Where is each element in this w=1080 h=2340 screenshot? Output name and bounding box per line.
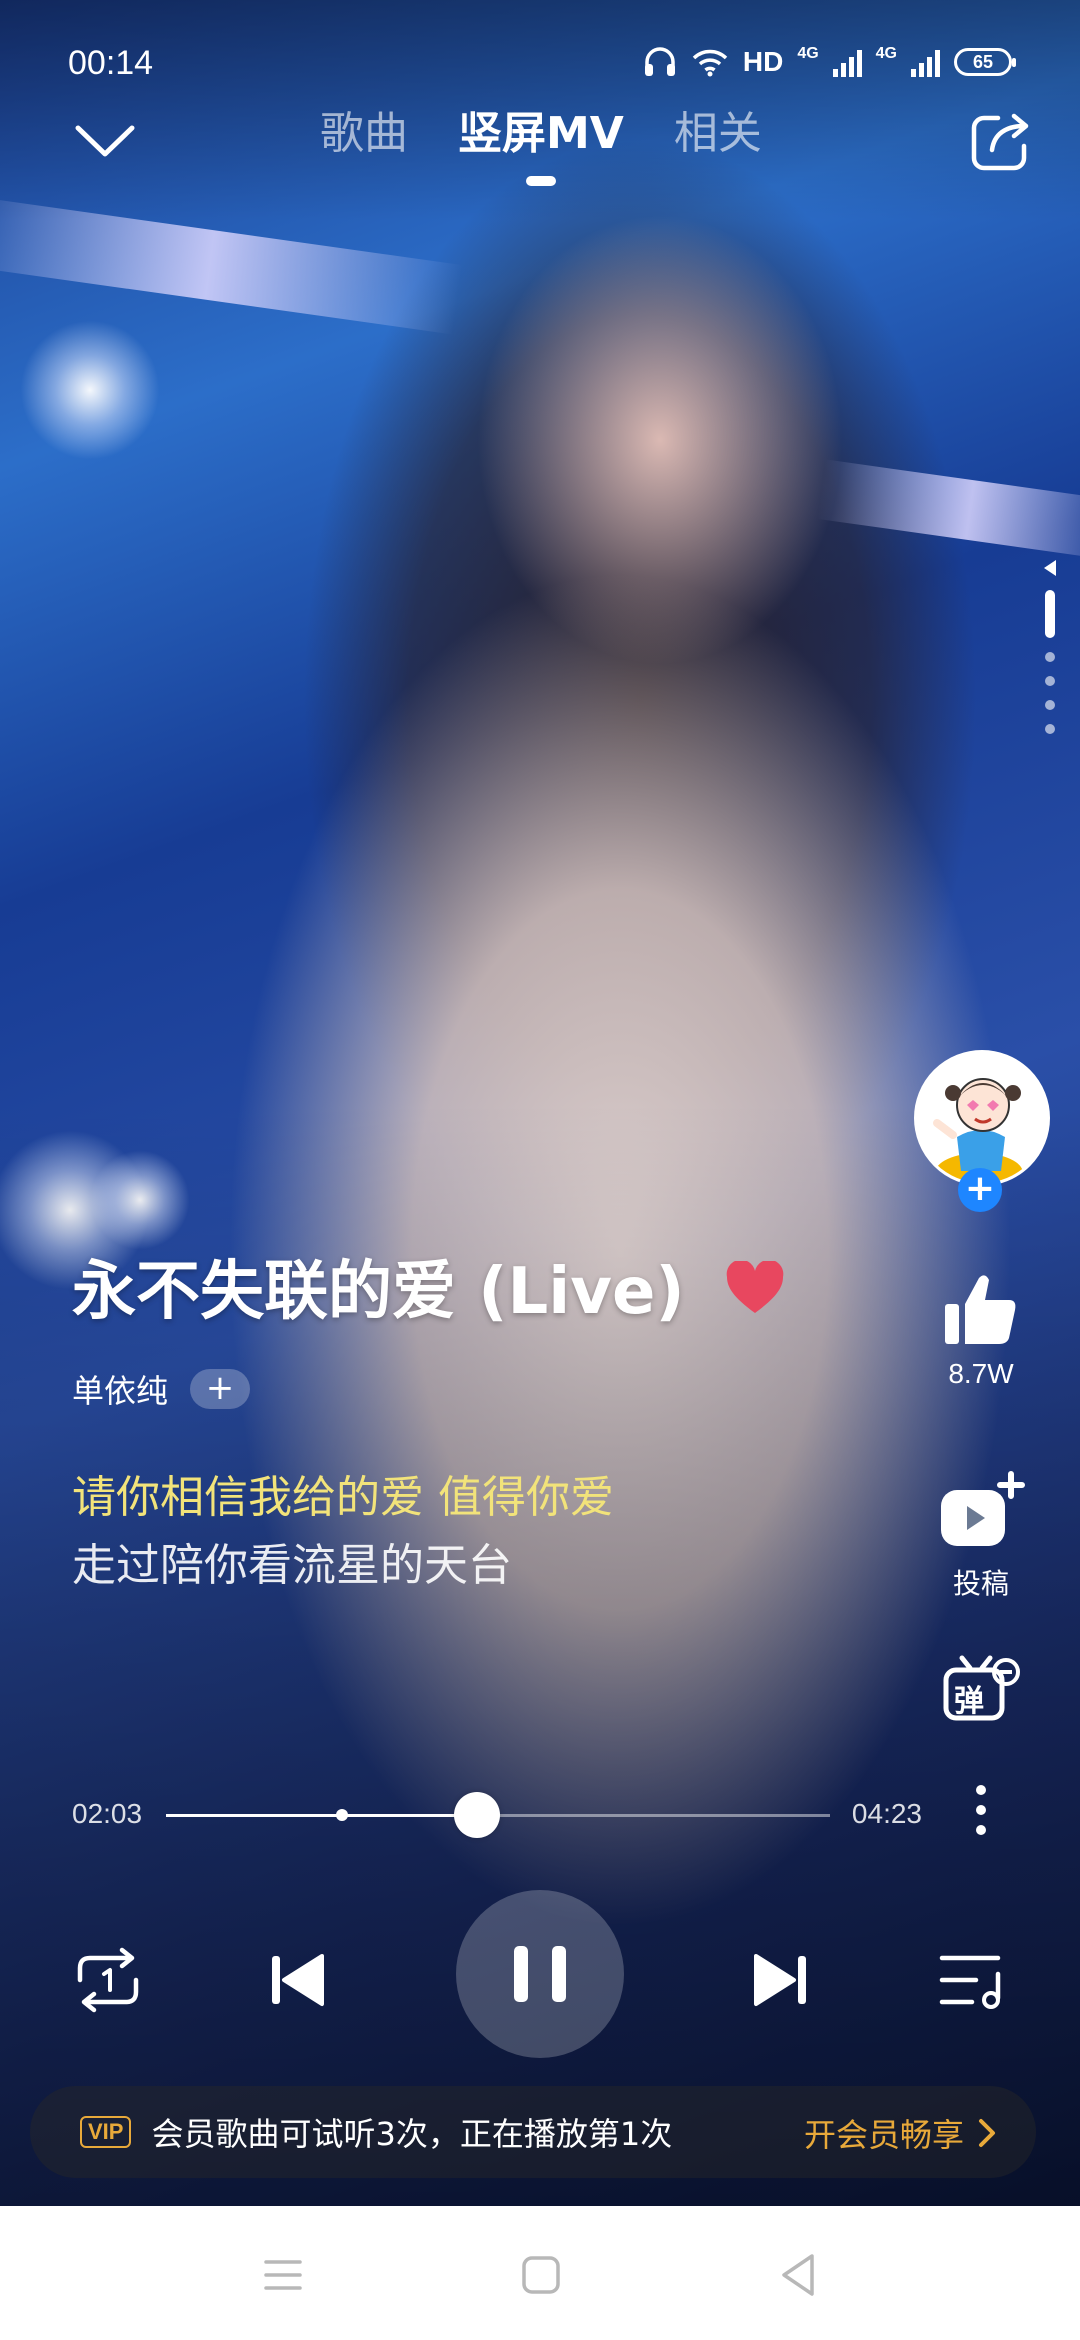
player-screen: 00:14 HD 4G 4G 65 歌曲 竖屏MV 相关 + 8.7W 投稿 弹…	[0, 0, 1080, 2340]
heart-icon[interactable]	[725, 1261, 785, 1317]
status-icons: HD 4G 4G 65	[643, 45, 1016, 78]
song-title-row: 永不失联的爱 (Live)	[72, 1240, 832, 1332]
chevron-right-icon	[979, 2119, 995, 2147]
page-indicator-dot	[1045, 700, 1055, 710]
artist-row: 单依纯 +	[72, 1366, 832, 1412]
danmaku-toggle[interactable]: 弹	[906, 1650, 1056, 1730]
lyrics-panel[interactable]: 请你相信我给的爱 值得你爱 走过陪你看流星的天台	[72, 1468, 892, 1596]
song-info: 永不失联的爱 (Live) 单依纯 +	[72, 1240, 832, 1412]
page-indicator-arrow	[1044, 560, 1056, 576]
like-button[interactable]: 8.7W	[906, 1270, 1056, 1390]
vip-promo-bar[interactable]: VIP 会员歌曲可试听3次，正在播放第1次 开会员畅享	[30, 2086, 1036, 2178]
vip-badge: VIP	[80, 2116, 132, 2148]
wifi-icon	[692, 49, 728, 77]
playback-controls	[0, 1890, 1080, 2060]
headphones-icon	[644, 47, 675, 76]
danmaku-label: 弹	[954, 1684, 984, 1719]
video-upload-icon	[941, 1471, 1025, 1546]
pause-icon	[514, 1946, 566, 2002]
post-label: 投稿	[952, 1568, 1009, 1599]
signal-1-icon	[832, 47, 862, 77]
back-icon[interactable]	[774, 2250, 824, 2300]
page-indicator-current	[1045, 590, 1055, 638]
lyric-current-line: 请你相信我给的爱 值得你爱	[72, 1472, 614, 1523]
page-indicator-dot	[1045, 724, 1055, 734]
artist-follow-button[interactable]: +	[190, 1369, 251, 1409]
song-title: 永不失联的爱 (Live)	[72, 1255, 685, 1329]
sim1-network-label: 4G	[797, 45, 819, 62]
like-count: 8.7W	[948, 1358, 1014, 1389]
sim2-network-label: 4G	[875, 45, 897, 62]
playlist-icon[interactable]	[932, 1940, 1012, 2020]
cartoon-avatar-image	[917, 1053, 1047, 1183]
hd-label: HD	[742, 46, 784, 77]
system-navigation-bar	[0, 2206, 1080, 2340]
page-indicator[interactable]	[1040, 560, 1060, 734]
tab-vertical-mv[interactable]: 竖屏MV	[458, 104, 624, 164]
more-vertical-icon	[976, 1785, 986, 1835]
artist-avatar[interactable]	[914, 1050, 1050, 1186]
status-bar: 00:14 HD 4G 4G 65	[0, 36, 1080, 92]
skip-previous-icon[interactable]	[258, 1940, 338, 2020]
skip-next-icon[interactable]	[740, 1940, 820, 2020]
home-icon[interactable]	[516, 2250, 566, 2300]
battery-indicator: 65	[954, 48, 1016, 76]
top-nav: 歌曲 竖屏MV 相关	[0, 100, 1080, 200]
seek-thumb[interactable]	[453, 1792, 500, 1838]
repeat-one-icon[interactable]	[68, 1940, 148, 2020]
page-indicator-dot	[1045, 676, 1055, 686]
share-icon[interactable]	[968, 110, 1032, 174]
elapsed-time: 02:03	[72, 1798, 143, 1829]
total-duration: 04:23	[851, 1798, 922, 1829]
lyric-next-line: 走过陪你看流星的天台	[72, 1540, 512, 1591]
vip-cta-label: 开会员畅享	[803, 2116, 964, 2154]
post-button[interactable]: 投稿	[906, 1470, 1056, 1602]
status-time: 00:14	[68, 44, 154, 82]
play-pause-button[interactable]	[456, 1890, 624, 2058]
tab-song[interactable]: 歌曲	[320, 104, 408, 164]
buffer-marker	[335, 1809, 348, 1821]
thumbs-up-icon	[945, 1275, 1016, 1344]
tab-related[interactable]: 相关	[674, 104, 762, 164]
progress-bar: 02:03 04:23	[72, 1790, 932, 1840]
seek-track-fill	[166, 1814, 477, 1817]
chevron-down-icon[interactable]	[70, 110, 140, 170]
tab-bar: 歌曲 竖屏MV 相关	[320, 104, 762, 164]
seek-track[interactable]	[166, 1792, 830, 1838]
page-indicator-dot	[1045, 652, 1055, 662]
follow-artist-button[interactable]: +	[958, 1168, 1002, 1212]
artist-name[interactable]: 单依纯	[72, 1366, 168, 1412]
signal-2-icon	[911, 47, 940, 77]
vip-subscribe-link[interactable]: 开会员畅享	[804, 2110, 996, 2156]
vip-trial-message: 会员歌曲可试听3次，正在播放第1次	[151, 2115, 673, 2153]
recent-apps-icon[interactable]	[258, 2250, 308, 2300]
